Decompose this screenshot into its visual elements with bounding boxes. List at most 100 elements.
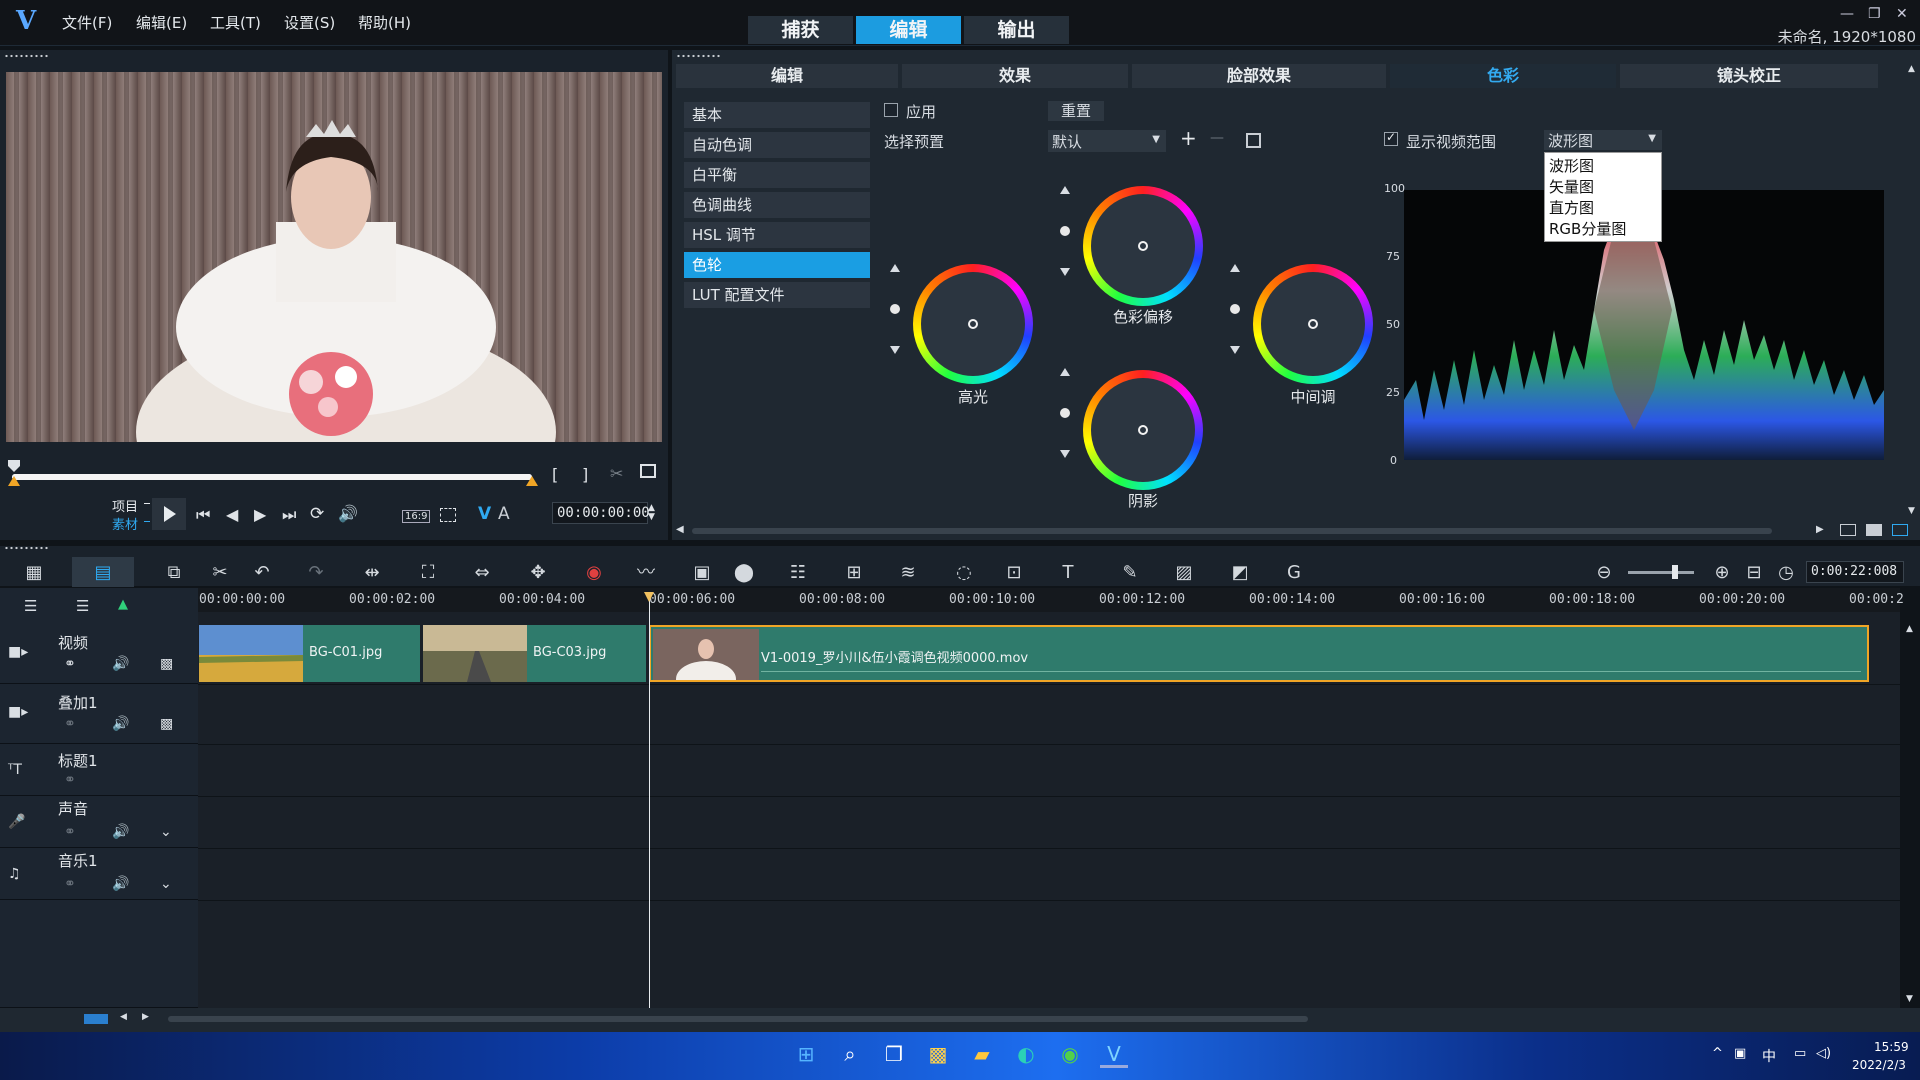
task-view-icon[interactable]: ❐ [880,1040,908,1068]
category-white-balance[interactable]: 白平衡 [684,162,870,188]
tray-chevron-icon[interactable]: ^ [1712,1046,1723,1061]
playhead-line[interactable] [649,594,650,1008]
mode-capture[interactable]: 捕获 [748,16,853,44]
time-remap-icon[interactable]: ▨ [1170,561,1198,585]
link-icon[interactable]: ⚭ [64,716,76,732]
tools-icon[interactable]: ✂ [206,561,234,585]
fit-timeline-icon[interactable]: ⊟ [1740,561,1768,585]
redo-icon[interactable]: ↷ [302,561,330,585]
category-lut[interactable]: LUT 配置文件 [684,282,870,308]
scope-option-histogram[interactable]: 直方图 [1549,197,1594,218]
track-manager-icon[interactable]: ☰ [24,597,37,615]
timecode-stepper[interactable]: ▲ ▼ [648,504,655,522]
fit-project-icon[interactable]: ⇹ [358,561,386,585]
clip-bg-c03[interactable]: BG-C03.jpg [423,625,646,682]
shadow-slider[interactable] [1058,368,1072,492]
scroll-right-icon[interactable]: ▶ [142,1012,149,1022]
mode-share[interactable]: 输出 [964,16,1069,44]
repeat-icon[interactable]: ⟳ [310,504,324,524]
restore-button[interactable]: ❐ [1868,6,1881,22]
volume-icon[interactable]: 🔊 [338,504,358,523]
category-color-wheel[interactable]: 色轮 [684,252,870,278]
menu-settings[interactable]: 设置(S) [284,12,335,33]
printer-icon[interactable]: ▣ [1734,1046,1746,1061]
speaker-icon[interactable]: 🔊 [112,716,129,732]
options-scroll-left-icon[interactable]: ◀ [676,524,684,535]
add-marker-icon[interactable]: ▲ [118,597,128,612]
link-icon[interactable]: ⚭ [64,656,76,672]
chapter-icon[interactable]: ☰ [76,597,89,615]
midtone-slider[interactable] [1228,264,1242,388]
clip-wedding-video[interactable]: V1-0019_罗小川&伍小霞调色视频0000.mov [649,625,1869,682]
sound-icon[interactable]: ◁) [1816,1046,1831,1061]
tab-face-effect[interactable]: 脸部效果 [1132,64,1386,88]
resize-icon[interactable]: ✥ [524,561,552,585]
clock-time[interactable]: 15:59 [1874,1040,1909,1054]
mode-clip-label[interactable]: 素材 [112,514,138,533]
tab-lens-correction[interactable]: 镜头校正 [1620,64,1878,88]
aspect-ratio-button[interactable]: 16:9 [402,510,431,523]
menu-tools[interactable]: 工具(T) [210,12,261,33]
storyboard-view-icon[interactable]: ▦ [20,561,48,585]
audio-wave-icon[interactable]: 〰 [632,561,660,585]
options-scroll-up-icon[interactable]: ▲ [1908,64,1915,74]
scrub-bar[interactable] [12,474,532,480]
mask-icon[interactable]: ⬤ [730,561,758,585]
save-preset-icon[interactable] [1246,133,1261,148]
zoom-out-icon[interactable]: ⊖ [1590,561,1618,585]
show-scope-checkbox[interactable]: ✓ [1384,130,1398,146]
menu-file[interactable]: 文件(F) [62,12,112,33]
midtone-wheel-dot[interactable] [1308,319,1318,329]
link-icon[interactable]: ⚭ [64,824,76,840]
scope-type-select[interactable]: 波形图 ▼ [1544,130,1662,150]
tab-edit[interactable]: 编辑 [676,64,898,88]
category-hsl[interactable]: HSL 调节 [684,222,870,248]
zoom-in-icon[interactable]: ⊕ [1708,561,1736,585]
mark-out-icon[interactable]: ] [582,465,588,484]
zoom-slider-knob[interactable] [1672,565,1678,579]
multicam-icon[interactable]: ▣ [688,561,716,585]
scope-option-rgb-parade[interactable]: RGB分量图 [1549,218,1626,239]
category-auto-tone[interactable]: 自动色调 [684,132,870,158]
minimize-button[interactable]: — [1840,6,1854,22]
zoom-slider[interactable] [1628,571,1694,574]
timeline-ruler[interactable] [198,588,1900,612]
category-tone-curve[interactable]: 色调曲线 [684,192,870,218]
remove-preset-icon[interactable]: — [1210,130,1224,146]
paint-icon[interactable]: ✎ [1116,561,1144,585]
shadow-wheel-dot[interactable] [1138,425,1148,435]
next-frame-icon[interactable]: ▶ [254,505,266,524]
panel-grip[interactable] [4,546,50,550]
ime-indicator[interactable]: 中 [1762,1046,1776,1066]
preview-video[interactable] [6,72,662,442]
store-icon[interactable]: ▩ [924,1040,952,1068]
scrub-end-marker[interactable] [526,476,538,486]
go-start-icon[interactable]: ⏮ [196,505,210,525]
clip-bg-c01[interactable]: BG-C01.jpg [199,625,420,682]
frame-icon[interactable]: ⛶ [414,561,442,585]
split-screen-icon[interactable]: ⇔ [468,561,496,585]
track-motion-icon[interactable]: ◌ [950,561,978,585]
offset-wheel-dot[interactable] [1138,241,1148,251]
title-3d-icon[interactable]: T [1054,561,1082,585]
enlarge-preview-icon[interactable] [640,464,656,478]
copy-icon[interactable]: ⧉ [160,561,188,585]
chevron-down-icon[interactable]: ⌄ [160,824,172,840]
tab-color[interactable]: 色彩 [1390,64,1616,88]
layout-button-2[interactable] [1866,524,1882,536]
panel-grip[interactable] [4,54,50,58]
apply-checkbox[interactable] [884,103,898,117]
search-icon[interactable]: ⌕ [836,1040,864,1068]
undo-icon[interactable]: ↶ [248,561,276,585]
timeline-hscrollbar[interactable] [168,1016,1308,1022]
grid-mute-icon[interactable]: ▩ [160,656,173,672]
edge-icon[interactable]: ◐ [1012,1040,1040,1068]
options-scroll-right-icon[interactable]: ▶ [1816,524,1824,535]
offset-slider[interactable] [1058,186,1072,310]
layout-button-1[interactable] [1840,524,1856,536]
mode-edit[interactable]: 编辑 [856,16,961,44]
highlight-slider[interactable] [888,264,902,388]
subtitle-icon[interactable]: ☷ [784,561,812,585]
mark-in-icon[interactable]: [ [552,465,558,484]
project-duration[interactable]: 0:00:22:008 [1806,561,1904,583]
